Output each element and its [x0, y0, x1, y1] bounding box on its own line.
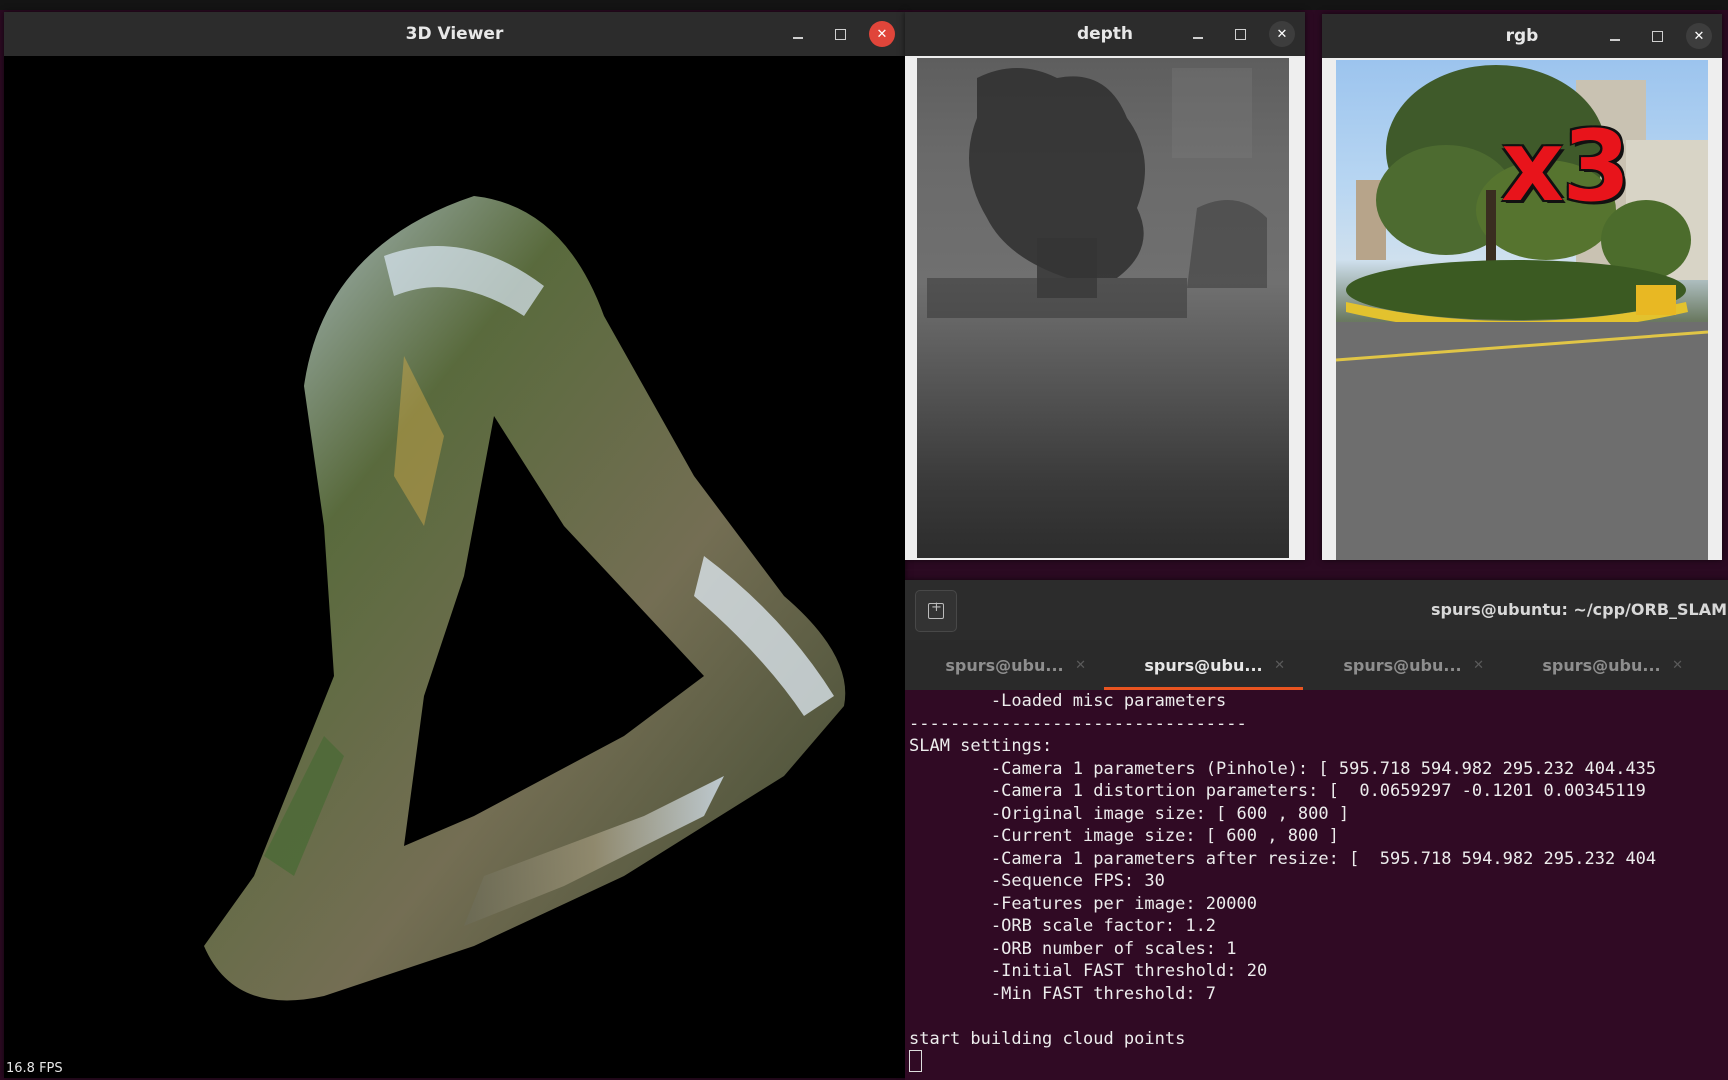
close-icon[interactable]	[1269, 21, 1295, 47]
terminal-output[interactable]: -Loaded misc parameters -----------------…	[905, 690, 1728, 1080]
point-cloud-canvas[interactable]: 16.8 FPS	[4, 56, 905, 1078]
terminal-line: -Min FAST threshold: 7	[909, 983, 1217, 1004]
terminal-tab-active[interactable]: spurs@ubu... ✕	[1104, 640, 1303, 690]
close-tab-icon[interactable]: ✕	[1672, 658, 1683, 673]
close-tab-icon[interactable]: ✕	[1274, 658, 1285, 673]
tab-label: spurs@ubu...	[1542, 655, 1661, 675]
rgb-title: rgb	[1505, 26, 1539, 46]
rgb-titlebar[interactable]: rgb	[1322, 14, 1722, 58]
terminal-line: start building cloud points	[909, 1028, 1186, 1049]
terminal-line: ---------------------------------	[909, 713, 1247, 734]
minimize-icon[interactable]	[1185, 21, 1211, 47]
close-tab-icon[interactable]: ✕	[1473, 658, 1484, 673]
maximize-icon[interactable]	[1644, 23, 1670, 49]
tab-label: spurs@ubu...	[1144, 655, 1263, 675]
terminal-line: -Current image size: [ 600 , 800 ]	[909, 826, 1339, 846]
terminal-line: -Camera 1 parameters after resize: [ 595…	[909, 848, 1657, 869]
maximize-icon[interactable]	[827, 21, 853, 47]
viewer-controls	[785, 12, 895, 56]
rgb-window: rgb x3	[1322, 14, 1722, 560]
terminal-line: -Original image size: [ 600 , 800 ]	[909, 803, 1350, 824]
viewer-window: 3D Viewer ✕ 16.8 FPS	[4, 12, 905, 1078]
terminal-title: spurs@ubuntu: ~/cpp/ORB_SLAM	[1431, 600, 1728, 619]
new-tab-icon	[928, 600, 944, 619]
viewer-title: 3D Viewer	[405, 24, 504, 44]
terminal-headerbar[interactable]: spurs@ubuntu: ~/cpp/ORB_SLAM	[905, 580, 1728, 640]
new-tab-button[interactable]	[915, 590, 957, 632]
terminal-tab[interactable]: spurs@ubu... ✕	[905, 640, 1104, 690]
top-panel	[0, 0, 1728, 10]
rgb-image: x3	[1336, 60, 1708, 560]
terminal-line: -Camera 1 distortion parameters: [ 0.065…	[909, 781, 1646, 801]
depth-controls	[1185, 12, 1295, 56]
terminal-prompt[interactable]	[909, 1050, 1728, 1073]
depth-title: depth	[1076, 24, 1134, 44]
terminal-line: SLAM settings:	[909, 736, 1053, 756]
maximize-icon[interactable]	[1227, 21, 1253, 47]
speed-overlay-label: x3	[1501, 110, 1630, 224]
depth-titlebar[interactable]: depth	[905, 12, 1305, 56]
minimize-icon[interactable]	[1602, 23, 1628, 49]
terminal-line: -ORB number of scales: 1	[909, 938, 1237, 959]
depth-window: depth	[905, 12, 1305, 560]
terminal-line: -Loaded misc parameters	[909, 691, 1227, 711]
terminal-line: -Camera 1 parameters (Pinhole): [ 595.71…	[909, 758, 1657, 779]
minimize-icon[interactable]	[785, 21, 811, 47]
terminal-line: -Sequence FPS: 30	[909, 871, 1165, 891]
tab-label: spurs@ubu...	[1343, 655, 1462, 675]
close-icon[interactable]	[1686, 23, 1712, 49]
viewer-titlebar[interactable]: 3D Viewer	[4, 12, 905, 56]
point-cloud-render	[204, 196, 846, 1001]
rgb-controls	[1602, 14, 1712, 58]
terminal-tabs: spurs@ubu... ✕ spurs@ubu... ✕ spurs@ubu.…	[905, 640, 1728, 690]
cursor-icon	[909, 1050, 922, 1072]
depth-image	[917, 58, 1289, 558]
close-icon[interactable]	[869, 21, 895, 47]
terminal-line: -Initial FAST threshold: 20	[909, 961, 1268, 981]
terminal-window: spurs@ubuntu: ~/cpp/ORB_SLAM spurs@ubu..…	[905, 580, 1728, 1080]
tab-label: spurs@ubu...	[945, 655, 1064, 675]
terminal-tab[interactable]: spurs@ubu... ✕	[1502, 640, 1701, 690]
terminal-line: -ORB scale factor: 1.2	[909, 916, 1217, 936]
fps-label: 16.8 FPS	[6, 1061, 63, 1076]
close-tab-icon[interactable]: ✕	[1075, 658, 1086, 673]
terminal-line: -Features per image: 20000	[909, 893, 1257, 914]
terminal-tab[interactable]: spurs@ubu... ✕	[1303, 640, 1502, 690]
